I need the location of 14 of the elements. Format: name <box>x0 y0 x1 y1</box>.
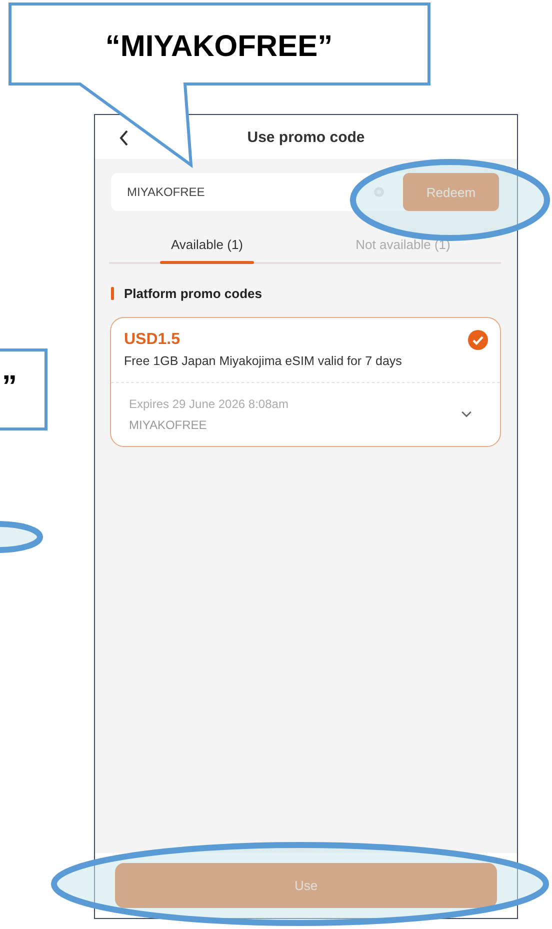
coupon-amount: USD1.5 <box>124 331 180 349</box>
callout-text: “MIYAKOFREE” <box>105 30 333 63</box>
back-icon[interactable] <box>119 130 129 146</box>
chevron-down-icon[interactable] <box>461 411 472 418</box>
coupon-code: MIYAKOFREE <box>129 418 208 432</box>
coupon-description: Free 1GB Japan Miyakojima eSIM valid for 7 days <box>124 354 403 368</box>
callout-text: ” <box>2 370 17 403</box>
check-icon[interactable] <box>468 330 488 350</box>
page-title: Use promo code <box>247 128 365 146</box>
section-marker <box>111 287 114 300</box>
expiry-date: Expires 29 June 2026 8:08am <box>129 397 288 411</box>
coupon-card[interactable]: USD1.5 Free 1GB Japan Miyakojima eSIM valid for 7 days Expires 29 June 2026 8:08am MIYAKOFREE <box>110 317 501 447</box>
tab[interactable]: Available (1) <box>109 229 305 262</box>
section-title: Platform promo codes <box>124 286 262 301</box>
